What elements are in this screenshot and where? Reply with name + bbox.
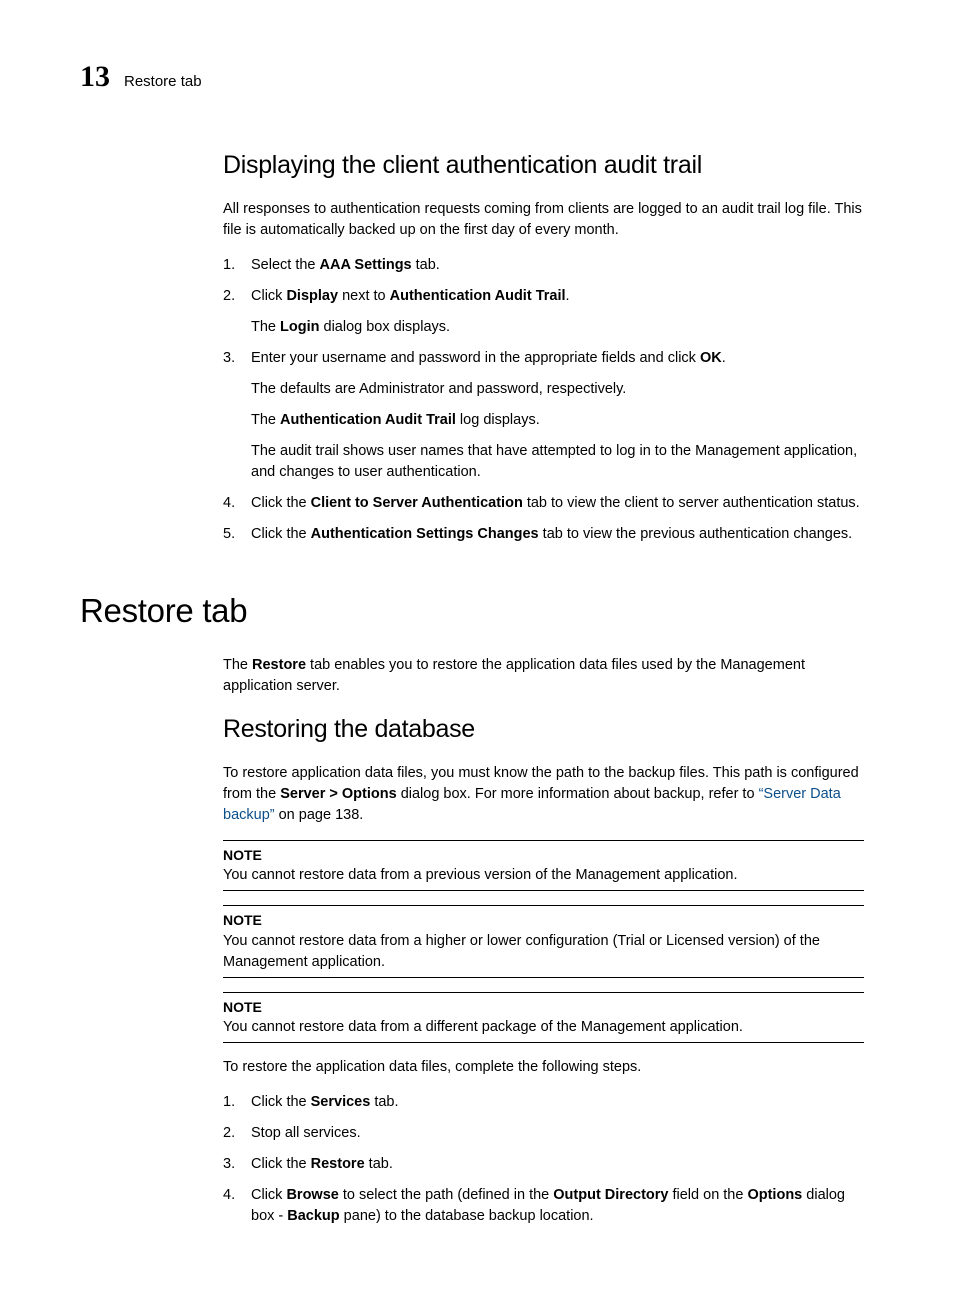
step-number: 5. <box>223 524 251 545</box>
note-block-3: NOTE You cannot restore data from a diff… <box>223 992 864 1043</box>
main-heading-restore-tab: Restore tab <box>80 587 864 635</box>
note-block-2: NOTE You cannot restore data from a high… <box>223 905 864 977</box>
step-number: 2. <box>223 1123 251 1144</box>
restore-path-paragraph: To restore application data files, you m… <box>223 763 864 826</box>
header-title: Restore tab <box>124 71 202 93</box>
step-number: 4. <box>223 493 251 514</box>
step-4: 4. Click the Client to Server Authentica… <box>223 493 864 514</box>
note-body: You cannot restore data from a higher or… <box>223 931 864 973</box>
step-number: 1. <box>223 1092 251 1113</box>
note-label: NOTE <box>223 910 864 930</box>
note-body: You cannot restore data from a different… <box>223 1017 864 1038</box>
note-label: NOTE <box>223 997 864 1017</box>
step-number: 2. <box>223 286 251 338</box>
step-2: 2. Click Display next to Authentication … <box>223 286 864 338</box>
restore-intro: The Restore tab enables you to restore t… <box>223 655 864 697</box>
restore-step-1: 1. Click the Services tab. <box>223 1092 864 1113</box>
step-number: 3. <box>223 348 251 483</box>
step-5: 5. Click the Authentication Settings Cha… <box>223 524 864 545</box>
step-number: 4. <box>223 1185 251 1227</box>
note-block-1: NOTE You cannot restore data from a prev… <box>223 840 864 891</box>
chapter-number: 13 <box>80 55 110 99</box>
section-heading-audit-trail: Displaying the client authentication aud… <box>223 147 864 183</box>
intro-paragraph: All responses to authentication requests… <box>223 199 864 241</box>
restore-step-2: 2. Stop all services. <box>223 1123 864 1144</box>
step-number: 1. <box>223 255 251 276</box>
restore-steps-intro: To restore the application data files, c… <box>223 1057 864 1078</box>
step-3: 3. Enter your username and password in t… <box>223 348 864 483</box>
restore-step-4: 4. Click Browse to select the path (defi… <box>223 1185 864 1227</box>
page-header: 13 Restore tab <box>80 55 864 99</box>
step-1: 1. Select the AAA Settings tab. <box>223 255 864 276</box>
note-label: NOTE <box>223 845 864 865</box>
note-body: You cannot restore data from a previous … <box>223 865 864 886</box>
step-number: 3. <box>223 1154 251 1175</box>
section-heading-restoring-db: Restoring the database <box>223 711 864 747</box>
restore-step-3: 3. Click the Restore tab. <box>223 1154 864 1175</box>
